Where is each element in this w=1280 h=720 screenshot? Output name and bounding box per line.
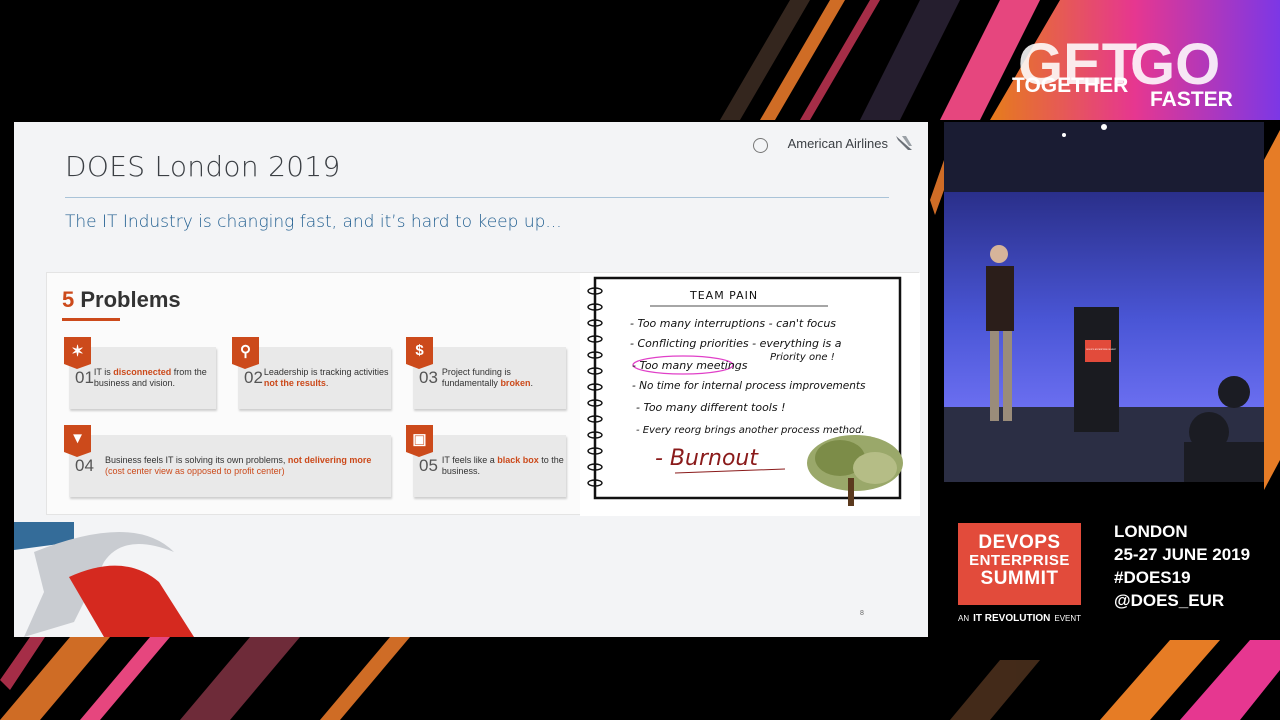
banner-faster: FASTER — [1150, 88, 1233, 111]
it-revolution-tagline: AN IT REVOLUTION EVENT — [958, 613, 1081, 624]
problem-text: Project funding is fundamentally broken. — [441, 367, 533, 388]
american-airlines-logo: American Airlines — [788, 134, 914, 152]
problem-card-05: 05 IT feels like a black box to the busi… — [413, 435, 566, 497]
pain-line-5: - No time for internal process improveme… — [632, 380, 866, 392]
logo-circle-icon — [753, 138, 768, 153]
pain-line-2: - Conflicting priorities - everything is… — [630, 337, 842, 350]
problems-heading: 5 Problems — [62, 287, 181, 313]
event-city: LONDON — [1114, 522, 1188, 541]
puzzle-icon: ✶ — [64, 337, 91, 369]
problem-number: 02 — [244, 368, 263, 387]
podium-label: DEVOPS ENTERPRISE SUMMIT — [1086, 349, 1117, 351]
tagline-event: EVENT — [1054, 614, 1082, 623]
pain-line-1: - Too many interruptions - can't focus — [630, 317, 836, 330]
problem-card-02: 02 Leadership is tracking activities not… — [238, 347, 391, 409]
pain-line-6: - Too many different tools ! — [636, 401, 786, 414]
problems-underline — [62, 318, 120, 321]
presentation-slide: DOES London 2019 American Airlines The I… — [14, 122, 928, 637]
problem-text: Leadership is tracking activities not th… — [263, 367, 389, 388]
event-info: LONDON 25-27 JUNE 2019 #DOES19 @DOES_EUR — [1114, 520, 1250, 612]
problem-number: 04 — [75, 456, 94, 475]
problems-word: Problems — [80, 287, 181, 312]
notebook-heading: TEAM PAIN — [689, 289, 758, 302]
burnout-conclusion: - Burnout — [655, 446, 759, 471]
money-down-icon: ▼ — [64, 425, 91, 457]
get-together-go-faster-banner: GET TOGETHER GO FASTER — [1012, 32, 1233, 111]
logo-devops: DEVOPS — [978, 532, 1061, 553]
problems-panel: 5 Problems 01 IT is disconnected from th… — [46, 272, 920, 516]
tagline-an: AN — [958, 614, 970, 623]
banner-together: TOGETHER — [1012, 74, 1128, 97]
slide-page-number: 8 — [860, 610, 864, 617]
box-icon: ▣ — [406, 425, 433, 457]
event-handle: @DOES_EUR — [1114, 591, 1225, 610]
problem-number: 01 — [75, 368, 94, 387]
magnifier-icon: ⚲ — [232, 337, 259, 369]
problem-card-03: 03 Project funding is fundamentally brok… — [413, 347, 566, 409]
problem-text: IT feels like a black box to the busines… — [441, 455, 564, 476]
team-pain-notebook: TEAM PAIN - Too many interruptions - can… — [580, 273, 920, 516]
event-dates: 25-27 JUNE 2019 — [1114, 545, 1251, 564]
tagline-it-revolution: IT REVOLUTION — [973, 613, 1051, 624]
problem-number: 03 — [419, 368, 438, 387]
eagle-icon — [896, 136, 912, 150]
problems-count: 5 — [62, 287, 75, 312]
problem-card-01: 01 IT is disconnected from the business … — [69, 347, 216, 409]
devops-enterprise-summit-logo: DEVOPS ENTERPRISE SUMMIT — [958, 523, 1081, 605]
logo-enterprise: ENTERPRISE — [969, 552, 1070, 569]
dollar-icon: $ — [406, 337, 433, 369]
problem-text: IT is disconnected from the business and… — [93, 367, 207, 388]
pain-line-7: - Every reorg brings another process met… — [636, 425, 865, 436]
event-hashtag: #DOES19 — [1114, 568, 1191, 587]
problem-number: 05 — [419, 456, 438, 475]
title-divider — [65, 197, 889, 198]
problem-card-04: 04 Business feels IT is solving its own … — [69, 435, 391, 497]
slide-subtitle: The IT Industry is changing fast, and it… — [65, 212, 562, 232]
pain-line-4: - Too many meetings — [632, 359, 748, 372]
logo-summit: SUMMIT — [980, 568, 1059, 589]
slide-title: DOES London 2019 — [65, 150, 341, 183]
speaker-video-feed: DEVOPS ENTERPRISE SUMMIT — [944, 122, 1264, 482]
problem-text: Business feels IT is solving its own pro… — [105, 455, 372, 476]
pain-line-3: Priority one ! — [770, 352, 835, 363]
brand-name: American Airlines — [787, 135, 888, 151]
american-airlines-swoosh — [14, 522, 194, 637]
